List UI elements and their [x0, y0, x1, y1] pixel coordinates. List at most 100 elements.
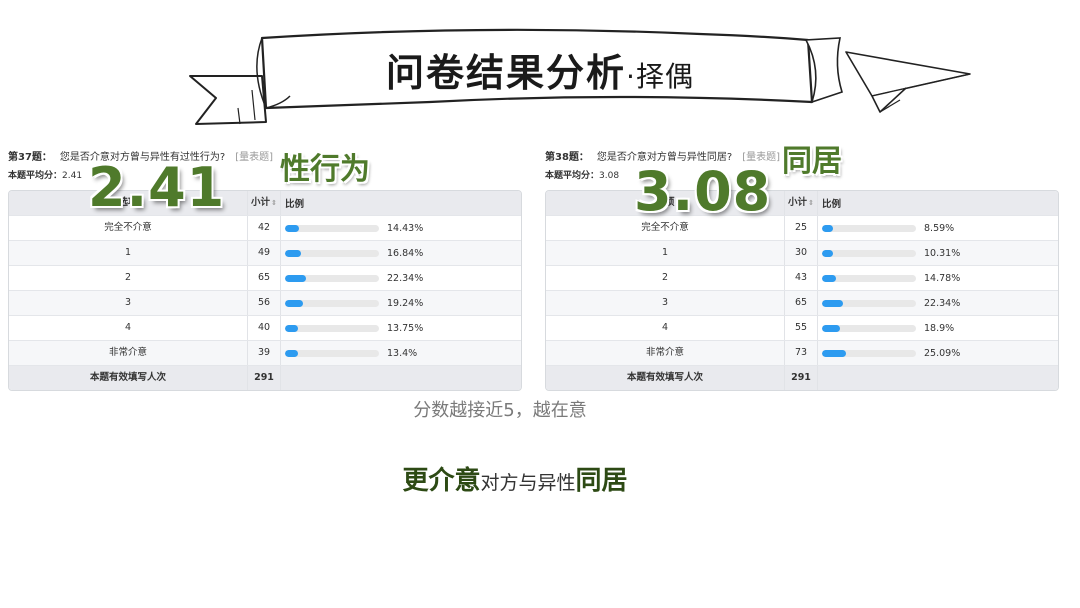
progress-bar [285, 299, 379, 307]
option-cell: 4 [9, 316, 248, 340]
question-number: 第38题： [545, 152, 589, 163]
sort-icon[interactable]: ⇕ [808, 199, 814, 207]
option-cell: 4 [546, 316, 785, 340]
note-text: 分数越接近5，越在意 [413, 400, 587, 421]
sort-icon[interactable]: ⇕ [271, 199, 277, 207]
table-footer-row: 本题有效填写人次 291 [546, 365, 1058, 390]
table-row: 完全不介意 25 8.59% [546, 215, 1058, 240]
average-label: 本题平均分： [545, 171, 600, 181]
option-cell: 非常介意 [546, 341, 785, 365]
average-label: 本题平均分： [8, 171, 63, 181]
ratio-cell: 8.59% [818, 216, 1058, 240]
table-row: 完全不介意 42 14.43% [9, 215, 521, 240]
percent-value: 25.09% [924, 347, 961, 359]
table-header-row: 选项 小计⇕ 比例 [546, 191, 1058, 215]
page-title: 问卷结果分析·择偶 [330, 42, 750, 97]
conclusion-emphasis-1: 更介意 [402, 466, 481, 496]
percent-value: 16.84% [387, 247, 424, 259]
progress-bar [822, 349, 916, 357]
ratio-cell: 22.34% [281, 266, 521, 290]
progress-bar [822, 299, 916, 307]
option-cell: 2 [9, 266, 248, 290]
option-cell: 1 [9, 241, 248, 265]
count-cell: 43 [785, 266, 818, 290]
percent-value: 18.9% [924, 322, 955, 334]
average-value: 3.08 [599, 171, 620, 181]
table-row: 2 65 22.34% [9, 265, 521, 290]
progress-bar [822, 274, 916, 282]
table-row: 非常介意 39 13.4% [9, 340, 521, 365]
question-header: 第37题： 您是否介意对方曾与异性有过性行为? [量表题] [8, 150, 520, 166]
progress-bar-fill [822, 324, 840, 332]
count-cell: 73 [785, 341, 818, 365]
conclusion-middle: 对方与异性 [480, 472, 576, 494]
question-number: 第37题： [8, 152, 52, 163]
table-row: 3 65 22.34% [546, 290, 1058, 315]
progress-bar [285, 324, 379, 332]
question-37-panel: 第37题： 您是否介意对方曾与异性有过性行为? [量表题] 本题平均分：2.41 选… [8, 150, 522, 391]
table-row: 非常介意 73 25.09% [546, 340, 1058, 365]
count-cell: 56 [248, 291, 281, 315]
percent-value: 13.75% [387, 322, 424, 334]
footer-label: 本题有效填写人次 [9, 366, 248, 390]
count-cell: 55 [785, 316, 818, 340]
header-count[interactable]: 小计⇕ [785, 191, 818, 215]
percent-value: 8.59% [924, 222, 955, 234]
conclusion-emphasis-2: 同居 [575, 466, 628, 496]
ratio-cell: 16.84% [281, 241, 521, 265]
progress-bar [822, 224, 916, 232]
progress-bar [285, 224, 379, 232]
header-count[interactable]: 小计⇕ [248, 191, 281, 215]
count-cell: 30 [785, 241, 818, 265]
progress-bar-fill [822, 299, 843, 307]
conclusion: 更介意对方与异性同居 [0, 460, 1030, 497]
progress-bar-fill [822, 274, 836, 282]
percent-value: 10.31% [924, 247, 961, 259]
ratio-cell: 13.75% [281, 316, 521, 340]
count-cell: 42 [248, 216, 281, 240]
percent-value: 14.78% [924, 272, 961, 284]
paper-plane-icon [845, 51, 971, 113]
percent-value: 14.43% [387, 222, 424, 234]
table-header-row: 选项 小计⇕ 比例 [9, 191, 521, 215]
progress-bar [285, 249, 379, 257]
table-row: 1 30 10.31% [546, 240, 1058, 265]
progress-bar-fill [822, 249, 834, 257]
topic-label-37: 性行为 [280, 152, 370, 187]
results-table: 选项 小计⇕ 比例 完全不介意 42 14.43% 1 49 16.84% 2 65 22.34… [8, 190, 522, 391]
footer-empty [818, 366, 1058, 390]
ratio-cell: 19.24% [281, 291, 521, 315]
progress-bar [285, 274, 379, 282]
footer-empty [281, 366, 521, 390]
count-cell: 25 [785, 216, 818, 240]
ratio-cell: 18.9% [818, 316, 1058, 340]
table-row: 4 55 18.9% [546, 315, 1058, 340]
header-ratio: 比例 [822, 199, 842, 210]
option-cell: 1 [546, 241, 785, 265]
option-cell: 3 [546, 291, 785, 315]
progress-bar-fill [285, 299, 304, 307]
count-cell: 40 [248, 316, 281, 340]
ratio-cell: 25.09% [818, 341, 1058, 365]
count-cell: 49 [248, 241, 281, 265]
average-value: 2.41 [62, 171, 83, 181]
ratio-cell: 14.43% [281, 216, 521, 240]
banner-title-sub: ·择偶 [626, 60, 694, 93]
header-ratio: 比例 [285, 199, 305, 210]
table-footer-row: 本题有效填写人次 291 [9, 365, 521, 390]
footer-count: 291 [248, 366, 281, 390]
table-row: 3 56 19.24% [9, 290, 521, 315]
progress-bar-fill [285, 324, 298, 332]
percent-value: 13.4% [387, 347, 418, 359]
ratio-cell: 22.34% [818, 291, 1058, 315]
footer-count: 291 [785, 366, 818, 390]
ratio-cell: 14.78% [818, 266, 1058, 290]
option-cell: 非常介意 [9, 341, 248, 365]
percent-value: 22.34% [387, 272, 424, 284]
average-score: 本题平均分：2.41 [8, 168, 520, 184]
header-count-label: 小计 [788, 197, 808, 208]
question-type-link[interactable]: [量表题] [235, 152, 273, 163]
progress-bar-fill [822, 349, 846, 357]
progress-bar-fill [285, 349, 298, 357]
progress-bar-fill [822, 224, 834, 232]
